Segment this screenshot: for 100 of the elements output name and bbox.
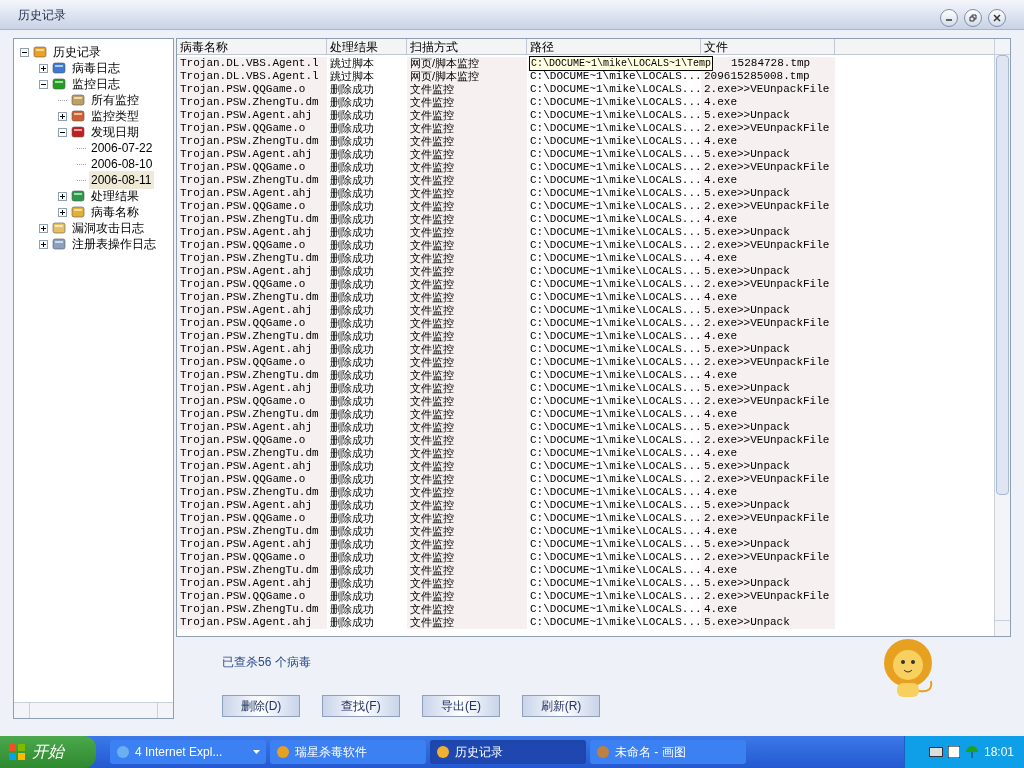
column-header[interactable]: 文件	[701, 39, 835, 54]
tree-item[interactable]: 历史记录	[51, 43, 103, 61]
taskbar-button[interactable]: 未命名 - 画图	[590, 740, 746, 764]
table-cell: 文件监控	[407, 239, 527, 252]
column-header[interactable]: 路径	[527, 39, 701, 54]
table-cell-text: 删除成功	[329, 486, 375, 499]
table-cell-text: 删除成功	[329, 122, 375, 135]
expand-toggle[interactable]	[58, 111, 67, 121]
table-cell-text: C:\DOCUME~1\mike\LOCALS...	[529, 577, 701, 590]
taskbar-button[interactable]: 历史记录	[430, 740, 586, 764]
column-header[interactable]: 扫描方式	[407, 39, 527, 54]
horizontal-scrollbar[interactable]	[14, 702, 173, 718]
table-cell-text: C:\DOCUME~1\mike\LOCALS...	[529, 382, 701, 395]
expand-toggle[interactable]	[39, 63, 48, 73]
start-button[interactable]: 开始	[0, 736, 96, 768]
table-cell: 5.exe>>Unpack	[701, 187, 835, 200]
table-cell: Trojan.PSW.ZhengTu.dm	[177, 447, 327, 460]
tree-item[interactable]: 2006-08-11	[89, 171, 154, 189]
table-cell: 5.exe>>Unpack	[701, 226, 835, 239]
clock: 18:01	[983, 744, 1014, 761]
table-cell-text: 删除成功	[329, 395, 375, 408]
vertical-scrollbar[interactable]	[994, 39, 1010, 636]
table-cell: Trojan.PSW.QQGame.o	[177, 200, 327, 213]
restore-icon	[969, 13, 977, 22]
taskbar-button[interactable]: 4 Internet Expl...	[110, 740, 266, 764]
table-cell-text: 删除成功	[329, 473, 375, 486]
column-header[interactable]: 处理结果	[327, 39, 407, 54]
expand-toggle[interactable]	[39, 239, 48, 249]
tree-item[interactable]: 注册表操作日志	[70, 235, 158, 253]
table-cell: 2.exe>>VEUnpackFile	[701, 512, 835, 525]
action-button[interactable]: 刷新(R)	[522, 695, 600, 717]
table-cell: 5.exe>>Unpack	[701, 343, 835, 356]
tree-item[interactable]: 发现日期	[89, 123, 141, 141]
tree-item[interactable]: 2006-07-22	[89, 139, 155, 157]
table-cell: 文件监控	[407, 174, 527, 187]
tree-item[interactable]: 漏洞攻击日志	[70, 219, 146, 237]
tree-item[interactable]: 病毒名称	[89, 203, 141, 221]
table-cell: Trojan.PSW.Agent.ahj	[177, 226, 327, 239]
table-cell-text: C:\DOCUME~1\mike\LOCALS...	[529, 239, 701, 252]
table-cell-text: C:\DOCUME~1\mike\LOCALS...	[529, 330, 701, 343]
expand-toggle[interactable]	[58, 191, 67, 201]
close-button[interactable]	[988, 8, 1006, 27]
table-cell: 文件监控	[407, 616, 527, 629]
table-cell-text: C:\DOCUME~1\mike\LOCALS...	[529, 499, 701, 512]
table-cell: 文件监控	[407, 226, 527, 239]
table-cell: 文件监控	[407, 265, 527, 278]
tree-item[interactable]: 2006-08-10	[89, 155, 155, 173]
table-cell-text: 删除成功	[329, 499, 375, 512]
table-cell: 4.exe	[701, 603, 835, 616]
tree-item[interactable]: 监控类型	[89, 107, 141, 125]
table-cell: Trojan.PSW.ZhengTu.dm	[177, 330, 327, 343]
table-cell: Trojan.PSW.QQGame.o	[177, 434, 327, 447]
table-cell: Trojan.PSW.Agent.ahj	[177, 265, 327, 278]
tree-node-icon	[70, 204, 86, 220]
table-cell-text: C:\DOCUME~1\mike\LOCALS...	[529, 603, 701, 616]
table-cell: 2.exe>>VEUnpackFile	[701, 395, 835, 408]
restore-button[interactable]	[964, 8, 982, 27]
table-cell: 文件监控	[407, 304, 527, 317]
table-cell-text: 删除成功	[329, 447, 375, 460]
table-cell-text: C:\DOCUME~1\mike\LOCALS...	[529, 70, 701, 83]
action-button[interactable]: 查找(F)	[322, 695, 400, 717]
table-cell-text: C:\DOCUME~1\mike\LOCALS...	[529, 421, 701, 434]
taskbar-button[interactable]: 瑞星杀毒软件	[270, 740, 426, 764]
tree-item[interactable]: 监控日志	[70, 75, 122, 93]
table-cell: 文件监控	[407, 512, 527, 525]
table-cell-text: C:\DOCUME~1\mike\LOCALS...	[529, 252, 701, 265]
table-cell-text: C:\DOCUME~1\mike\LOCALS...	[529, 109, 701, 122]
table-cell: 4.exe	[701, 408, 835, 421]
action-button[interactable]: 删除(D)	[222, 695, 300, 717]
table-cell: 4.exe	[701, 330, 835, 343]
table-cell-text: 删除成功	[329, 590, 375, 603]
expand-toggle[interactable]	[39, 223, 48, 233]
collapse-toggle[interactable]	[20, 47, 29, 57]
table-cell: 文件监控	[407, 590, 527, 603]
table-cell: 4.exe	[701, 174, 835, 187]
table-cell-text: C:\DOCUME~1\mike\LOCALS...	[529, 538, 701, 551]
close-icon	[993, 13, 1001, 22]
table-cell: Trojan.PSW.ZhengTu.dm	[177, 486, 327, 499]
table-cell: Trojan.PSW.Agent.ahj	[177, 538, 327, 551]
table-cell-text: 删除成功	[329, 551, 375, 564]
table-cell: 5.exe>>Unpack	[701, 616, 835, 629]
action-button[interactable]: 导出(E)	[422, 695, 500, 717]
collapse-toggle[interactable]	[58, 127, 67, 137]
table-cell: 4.exe	[701, 135, 835, 148]
column-header[interactable]: 病毒名称	[177, 39, 327, 54]
tree-item[interactable]: 病毒日志	[70, 59, 122, 77]
table-cell: Trojan.PSW.ZhengTu.dm	[177, 174, 327, 187]
minimize-button[interactable]	[940, 8, 958, 27]
table-cell: 文件监控	[407, 356, 527, 369]
table-cell: 5.exe>>Unpack	[701, 460, 835, 473]
table-cell: Trojan.PSW.Agent.ahj	[177, 499, 327, 512]
expand-toggle[interactable]	[58, 207, 67, 217]
table-cell: 网页/脚本监控	[407, 70, 527, 83]
tree-item[interactable]: 所有监控	[89, 91, 141, 109]
collapse-toggle[interactable]	[39, 79, 48, 89]
tree-item[interactable]: 处理结果	[89, 187, 141, 205]
table-cell-text: 删除成功	[329, 213, 375, 226]
table-cell: 网页/脚本监控	[407, 57, 527, 70]
table-cell: 4.exe	[701, 96, 835, 109]
table-cell-text: C:\DOCUME~1\mike\LOCALS...	[529, 434, 701, 447]
